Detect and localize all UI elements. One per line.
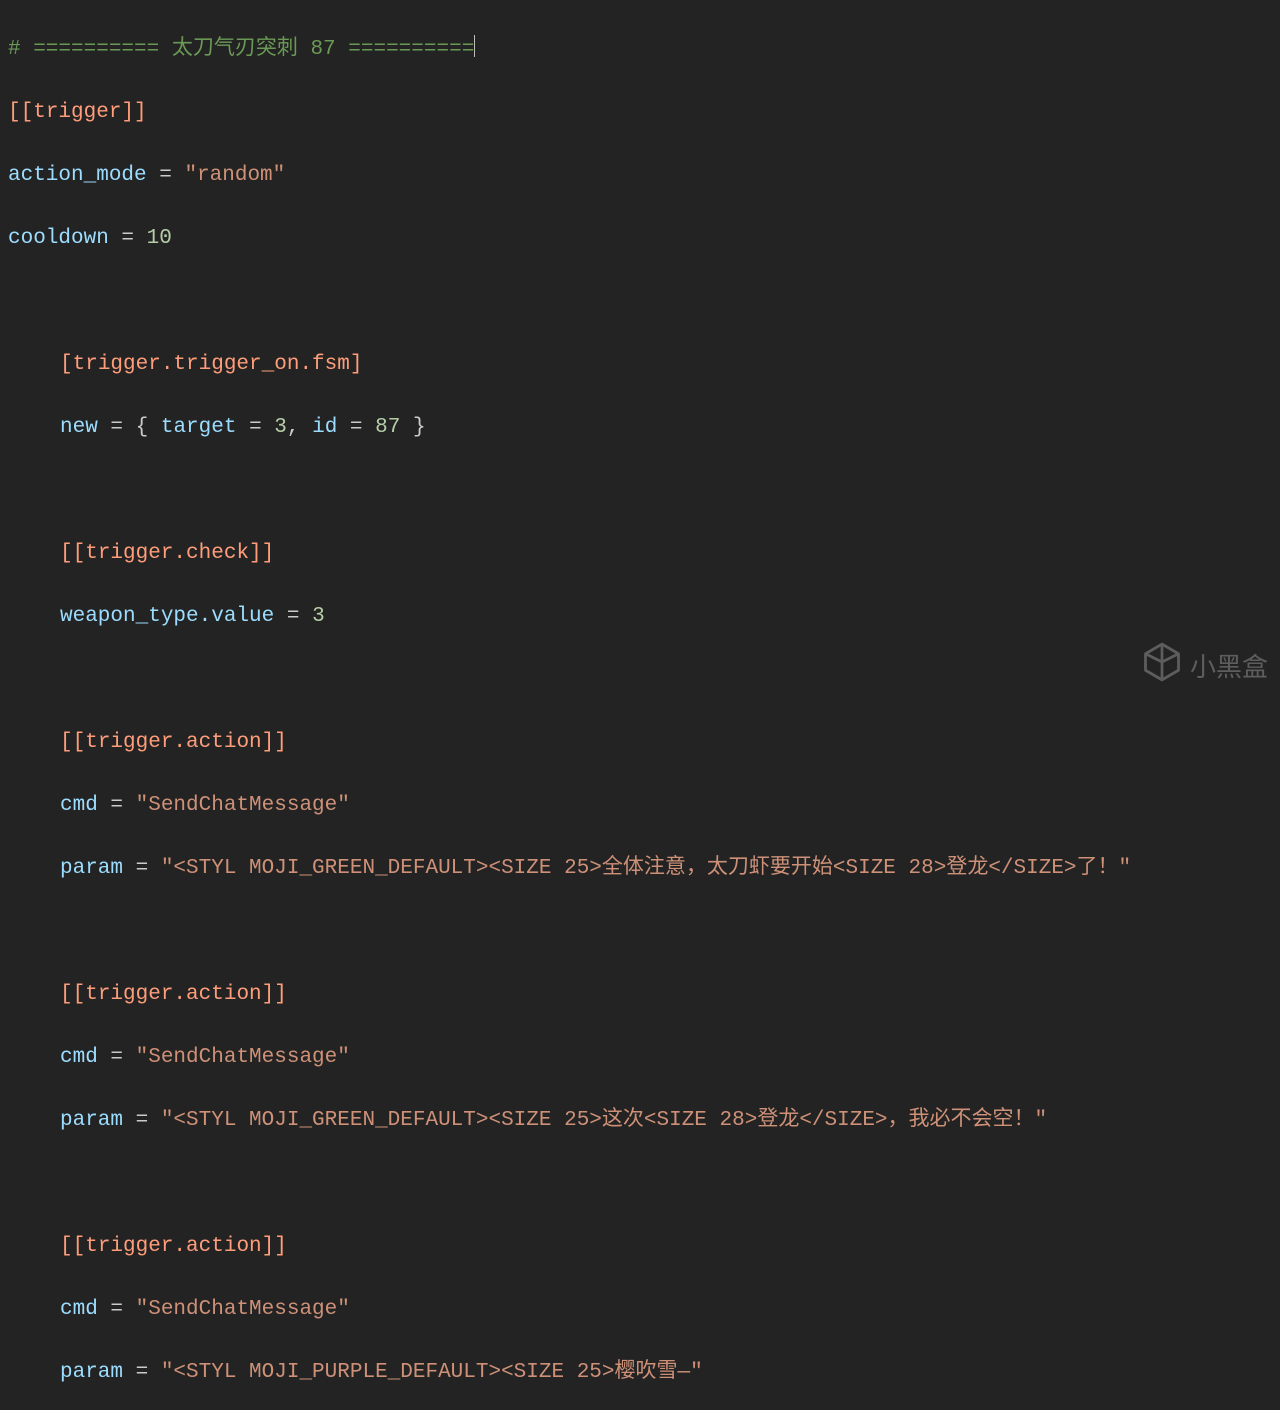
comment-header: # ========== 太刀气刃突刺 87 ========== [8,34,1272,66]
section-trigger: [[trigger]] [8,97,1272,129]
kv-cmd-3: cmd = "SendChatMessage" [8,1294,1272,1326]
cursor [474,35,475,57]
section-action-1: [[trigger.action]] [8,727,1272,759]
section-check: [[trigger.check]] [8,538,1272,570]
kv-cmd-1: cmd = "SendChatMessage" [8,790,1272,822]
kv-param-1: param = "<STYL MOJI_GREEN_DEFAULT><SIZE … [8,853,1272,885]
blank-line [8,475,1272,507]
section-action-2: [[trigger.action]] [8,979,1272,1011]
kv-weapon-type: weapon_type.value = 3 [8,601,1272,633]
section-action-3: [[trigger.action]] [8,1231,1272,1263]
blank-line [8,286,1272,318]
section-fsm: [trigger.trigger_on.fsm] [8,349,1272,381]
kv-action-mode: action_mode = "random" [8,160,1272,192]
blank-line [8,916,1272,948]
kv-cooldown: cooldown = 10 [8,223,1272,255]
code-editor[interactable]: # ========== 太刀气刃突刺 87 ========== [[trig… [0,0,1280,1410]
blank-line [8,664,1272,696]
kv-param-3: param = "<STYL MOJI_PURPLE_DEFAULT><SIZE… [8,1357,1272,1389]
kv-param-2: param = "<STYL MOJI_GREEN_DEFAULT><SIZE … [8,1105,1272,1137]
kv-fsm-new: new = { target = 3, id = 87 } [8,412,1272,444]
blank-line [8,1168,1272,1200]
kv-cmd-2: cmd = "SendChatMessage" [8,1042,1272,1074]
